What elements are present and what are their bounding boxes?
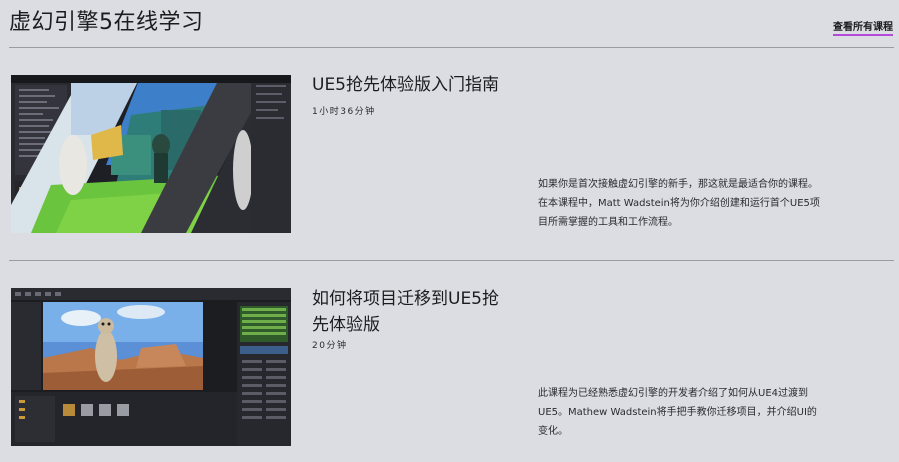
editor-screenshot-thumbnail [11, 288, 291, 446]
course-card: 如何将项目迁移到UE5抢先体验版 20分钟 此课程为已经熟悉虚幻引擎的开发者介绍… [0, 260, 899, 450]
course-thumbnail[interactable] [11, 75, 291, 233]
course-thumbnail[interactable] [11, 288, 291, 446]
page-title: 虚幻引擎5在线学习 [9, 10, 204, 35]
course-card: UE5抢先体验版入门指南 1小时36分钟 如果你是首次接触虚幻引擎的新手，那这就… [0, 47, 899, 237]
course-description: 如果你是首次接触虚幻引擎的新手，那这就是最适合你的课程。在本课程中，Matt W… [538, 179, 820, 228]
editor-screenshot-thumbnail [11, 75, 291, 233]
course-title[interactable]: 如何将项目迁移到UE5抢先体验版 [312, 286, 512, 338]
course-title[interactable]: UE5抢先体验版入门指南 [312, 72, 512, 98]
course-duration: 20分钟 [312, 341, 348, 351]
course-description: 此课程为已经熟悉虚幻引擎的开发者介绍了如何从UE4过渡到UE5。Mathew W… [538, 388, 817, 437]
course-duration: 1小时36分钟 [312, 107, 376, 117]
view-all-courses-link[interactable]: 查看所有课程 [833, 18, 893, 36]
